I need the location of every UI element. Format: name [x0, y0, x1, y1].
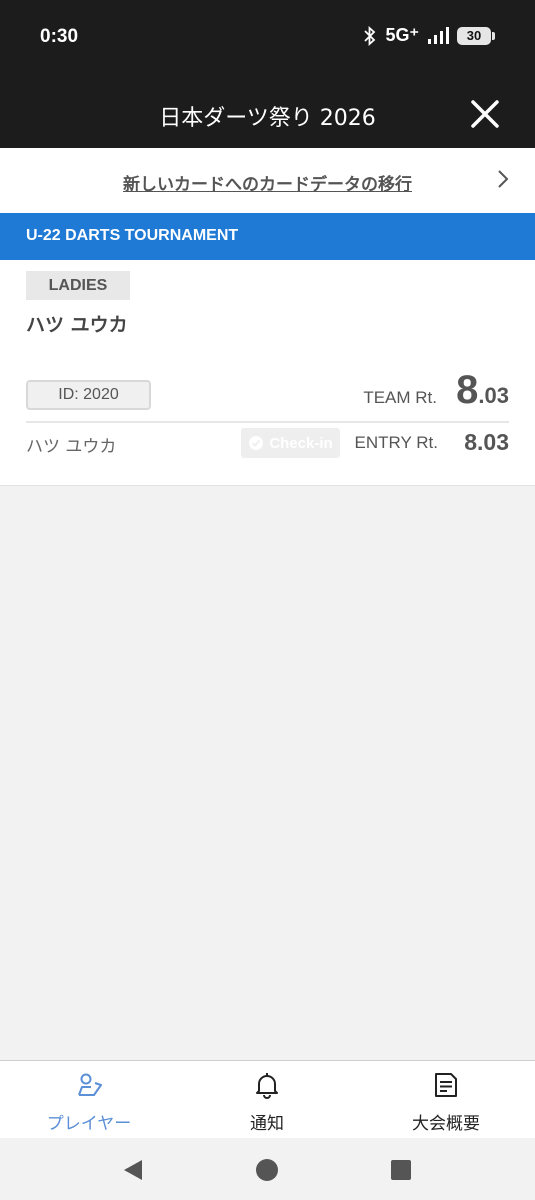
player-icon [78, 1073, 102, 1096]
category-badge: LADIES [26, 271, 130, 300]
app-header: 日本ダーツ祭り 2026 [0, 80, 535, 148]
team-name: ハツ ユウカ [26, 314, 128, 336]
tournament-header: U-22 DARTS TOURNAMENT [0, 213, 535, 260]
recents-icon[interactable] [388, 1157, 414, 1183]
id-badge: ID: 2020 [26, 380, 151, 410]
status-bar: 0:30 5G⁺ 30 [0, 0, 535, 80]
document-icon [435, 1073, 457, 1097]
close-icon [471, 100, 499, 128]
system-nav-bar [0, 1138, 535, 1200]
bell-icon [256, 1073, 278, 1099]
member-name: ハツ ユウカ [26, 437, 117, 457]
network-type: 5G⁺ [385, 25, 419, 45]
nav-label-tournament-overview: 大会概要 [412, 1114, 480, 1134]
close-button[interactable] [465, 94, 505, 134]
team-rating-value: 8.03 [456, 368, 509, 413]
team-rating-label: TEAM Rt. [363, 388, 437, 407]
nav-label-player: プレイヤー [46, 1114, 132, 1134]
nav-item-tournament-overview[interactable]: 大会概要 [357, 1061, 535, 1139]
nav-item-player[interactable]: プレイヤー [0, 1061, 178, 1139]
nav-item-notifications[interactable]: 通知 [178, 1061, 356, 1139]
nav-label-notifications: 通知 [250, 1114, 284, 1134]
migration-link-text: 新しいカードへのカードデータの移行 [123, 175, 412, 195]
checkin-button[interactable]: Check-in [241, 428, 340, 458]
player-card: LADIES ハツ ユウカ ID: 2020 TEAM Rt. 8.03 ハツ … [0, 260, 535, 486]
chevron-right-icon [498, 170, 509, 188]
team-rating-decimal: .03 [478, 383, 509, 408]
home-icon[interactable] [254, 1157, 280, 1183]
divider [26, 421, 509, 423]
entry-rating-value: 8.03 [464, 429, 509, 455]
bluetooth-icon [364, 25, 376, 46]
team-rating-integer: 8 [456, 368, 479, 412]
signal-icon [428, 26, 449, 44]
checkin-label: Check-in [269, 434, 333, 452]
battery-icon: 30 [457, 26, 495, 45]
bottom-nav: プレイヤー 通知 大会概要 [0, 1060, 535, 1138]
check-circle-icon [249, 436, 264, 450]
entry-rating-label: ENTRY Rt. [354, 433, 438, 452]
status-time: 0:30 [40, 26, 79, 47]
back-icon[interactable] [120, 1157, 146, 1183]
status-icons: 5G⁺ 30 [363, 25, 495, 46]
card-migration-link[interactable]: 新しいカードへのカードデータの移行 [0, 148, 535, 213]
page-title: 日本ダーツ祭り 2026 [159, 106, 376, 131]
tournament-name: U-22 DARTS TOURNAMENT [26, 227, 239, 244]
